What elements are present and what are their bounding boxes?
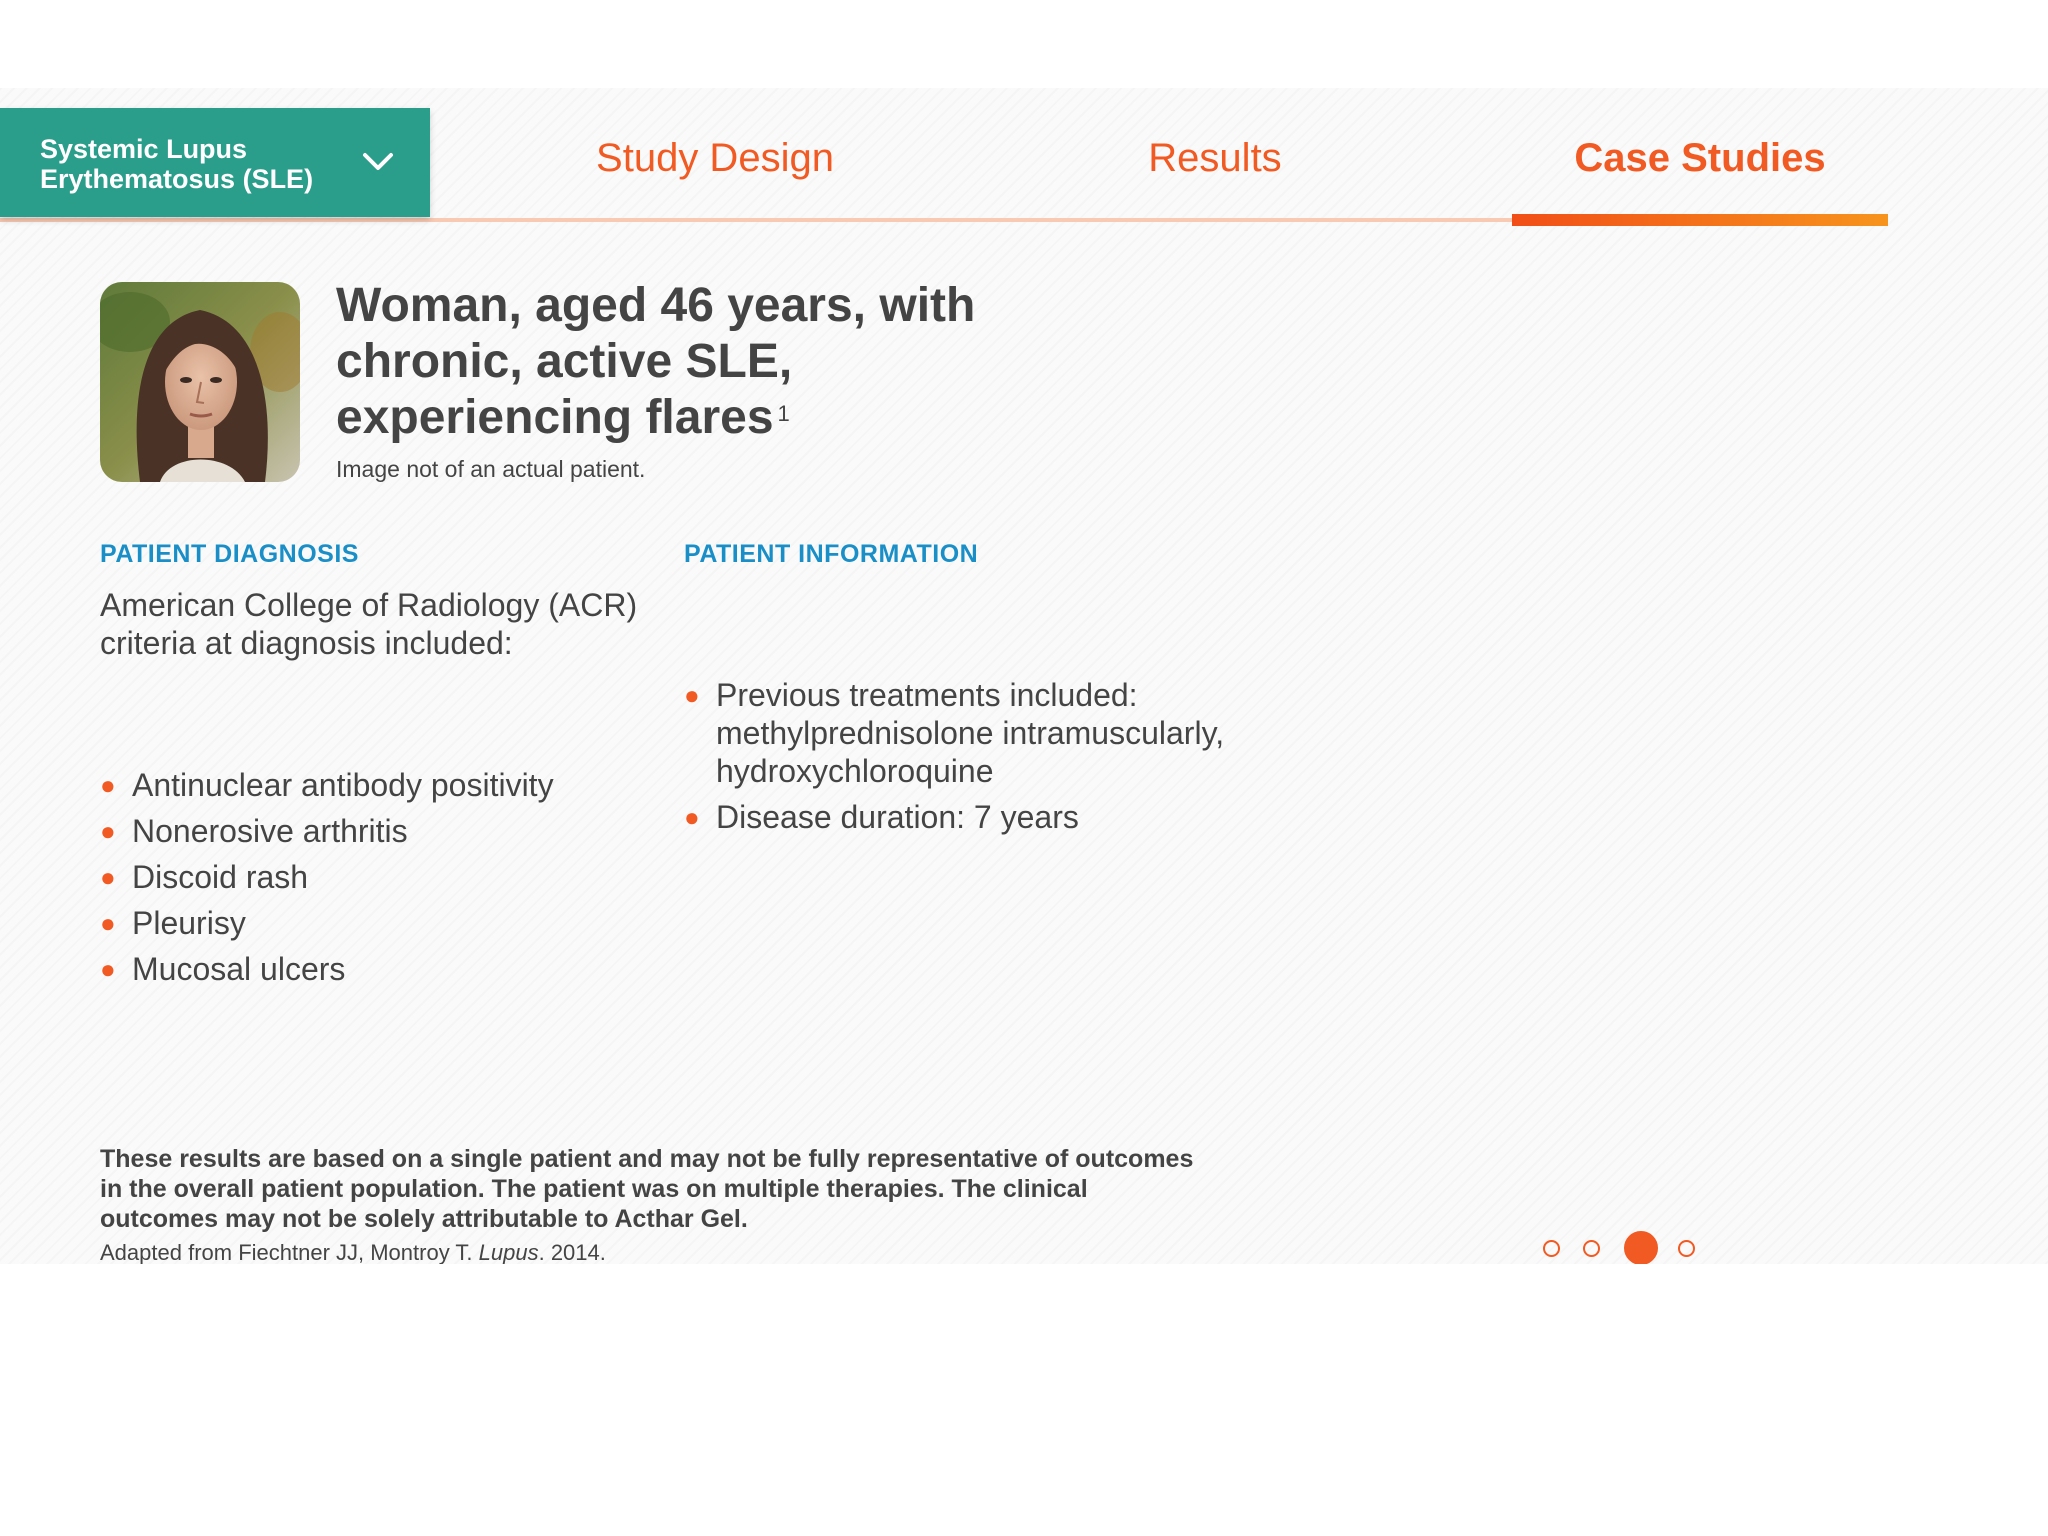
pagination-dots: [1540, 1230, 1800, 1264]
page-dot-4[interactable]: [1678, 1240, 1695, 1257]
citation: Adapted from Fiechtner JJ, Montroy T. Lu…: [100, 1240, 606, 1264]
condition-label: Systemic Lupus Erythematosus (SLE): [40, 134, 314, 194]
list-item-text: Discoid rash: [132, 859, 309, 895]
active-tab-indicator: [1512, 214, 1888, 226]
bullet-icon: ●: [100, 770, 116, 800]
diagnosis-intro: American College of Radiology (ACR) crit…: [100, 587, 638, 661]
page-dot-3-active[interactable]: [1624, 1231, 1658, 1264]
list-item-text: Pleurisy: [132, 905, 246, 941]
diagnosis-heading: PATIENT DIAGNOSIS: [100, 540, 359, 568]
list-item: ● Discoid rash: [100, 858, 660, 896]
patient-title-text: Woman, aged 46 years, with chronic, acti…: [336, 279, 976, 444]
list-item-text: Previous treatments included: methylpred…: [716, 677, 1225, 789]
list-item-text: Antinuclear antibody positivity: [132, 767, 554, 803]
diagnosis-list: ● Antinuclear antibody positivity ● Nonero…: [100, 766, 660, 996]
list-item: ● Mucosal ulcers: [100, 950, 660, 988]
tab-case-studies[interactable]: Case Studies: [1512, 128, 1888, 218]
list-item: ● Pleurisy: [100, 904, 660, 942]
tab-results[interactable]: Results: [1070, 128, 1360, 218]
list-item-text: Nonerosive arthritis: [132, 813, 408, 849]
bullet-icon: ●: [100, 862, 116, 892]
bullet-icon: ●: [100, 954, 116, 984]
page-dot-1[interactable]: [1543, 1240, 1560, 1257]
reference-superscript: 1: [777, 401, 790, 426]
citation-journal: Lupus: [478, 1240, 539, 1264]
results-disclaimer: These results are based on a single pati…: [100, 1145, 1194, 1233]
case-study-panel: Systemic Lupus Erythematosus (SLE) Study…: [0, 88, 2048, 1264]
list-item-text: Mucosal ulcers: [132, 951, 346, 987]
list-item: ● Nonerosive arthritis: [100, 812, 660, 850]
bullet-icon: ●: [684, 680, 700, 710]
page-dot-2[interactable]: [1583, 1240, 1600, 1257]
patient-title: Woman, aged 46 years, with chronic, acti…: [336, 278, 1036, 446]
condition-dropdown[interactable]: Systemic Lupus Erythematosus (SLE): [0, 108, 430, 217]
chevron-down-icon: [363, 153, 393, 170]
list-item: ● Disease duration: 7 years: [684, 798, 1284, 836]
citation-year: . 2014.: [538, 1240, 606, 1264]
bullet-icon: ●: [100, 816, 116, 846]
information-list: ● Previous treatments included: methylpre…: [684, 676, 1284, 844]
tab-study-design[interactable]: Study Design: [560, 128, 870, 218]
bullet-icon: ●: [100, 908, 116, 938]
citation-authors: Adapted from Fiechtner JJ, Montroy T.: [100, 1240, 479, 1264]
bullet-icon: ●: [684, 802, 700, 832]
list-item-text: Disease duration: 7 years: [716, 799, 1079, 835]
photo-disclaimer: Image not of an actual patient.: [336, 456, 646, 482]
patient-photo: [100, 282, 300, 482]
information-heading: PATIENT INFORMATION: [684, 540, 979, 568]
list-item: ● Previous treatments included: methylpre…: [684, 676, 1284, 790]
list-item: ● Antinuclear antibody positivity: [100, 766, 660, 804]
